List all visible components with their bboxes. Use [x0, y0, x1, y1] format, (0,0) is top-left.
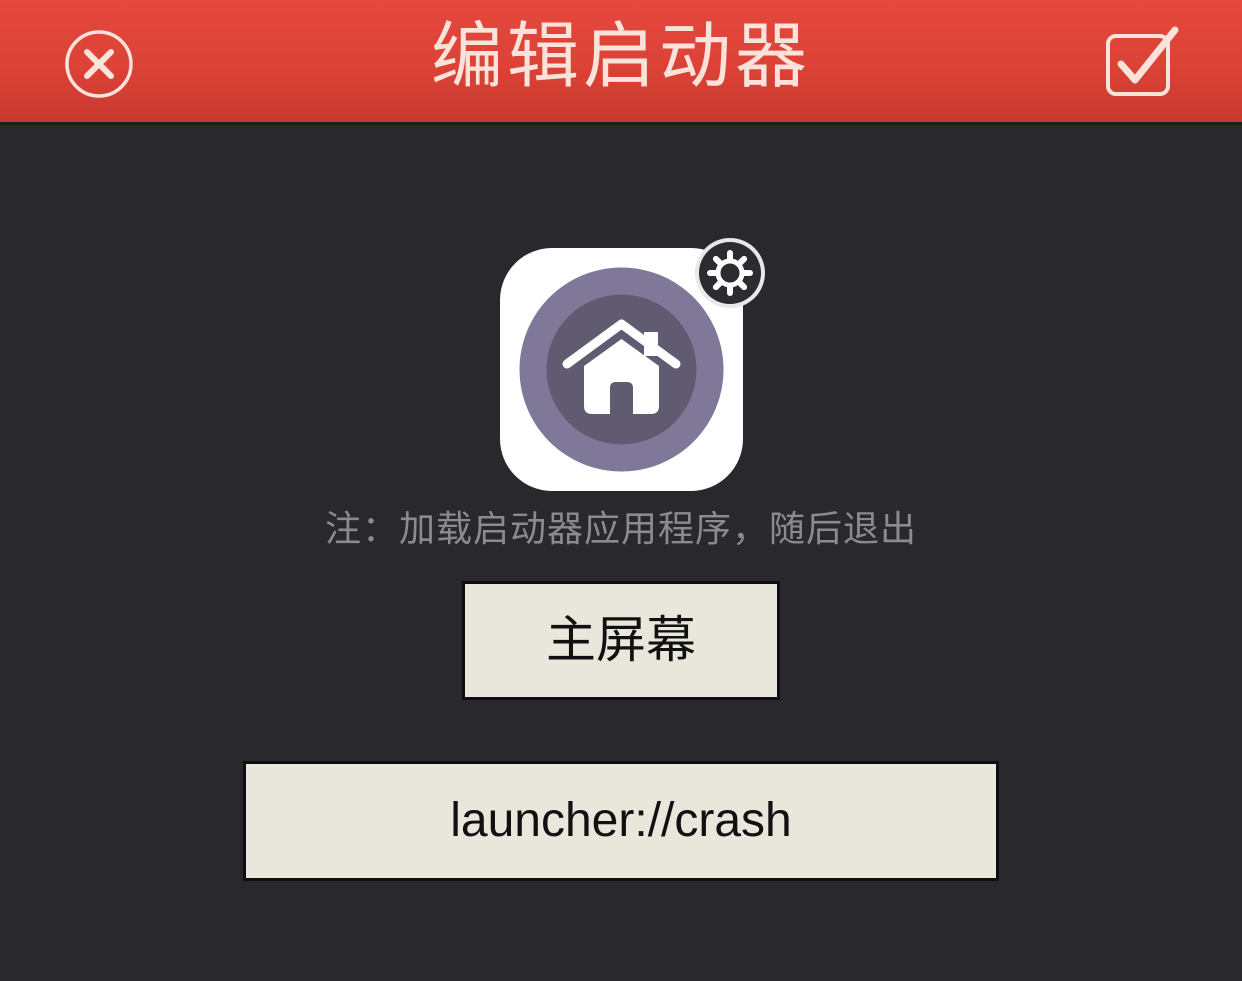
checkbox-check-icon	[1106, 26, 1179, 96]
confirm-button[interactable]	[1104, 24, 1180, 98]
launcher-note: 注：加载启动器应用程序，随后退出	[324, 509, 917, 550]
gear-icon	[695, 238, 765, 308]
title-bar: 编辑启动器	[0, 0, 1242, 125]
page-title: 编辑启动器	[430, 14, 811, 98]
launcher-url-button[interactable]: launcher://crash	[243, 761, 999, 881]
launcher-name-button[interactable]: 主屏幕	[462, 581, 780, 700]
settings-button[interactable]	[693, 236, 767, 310]
